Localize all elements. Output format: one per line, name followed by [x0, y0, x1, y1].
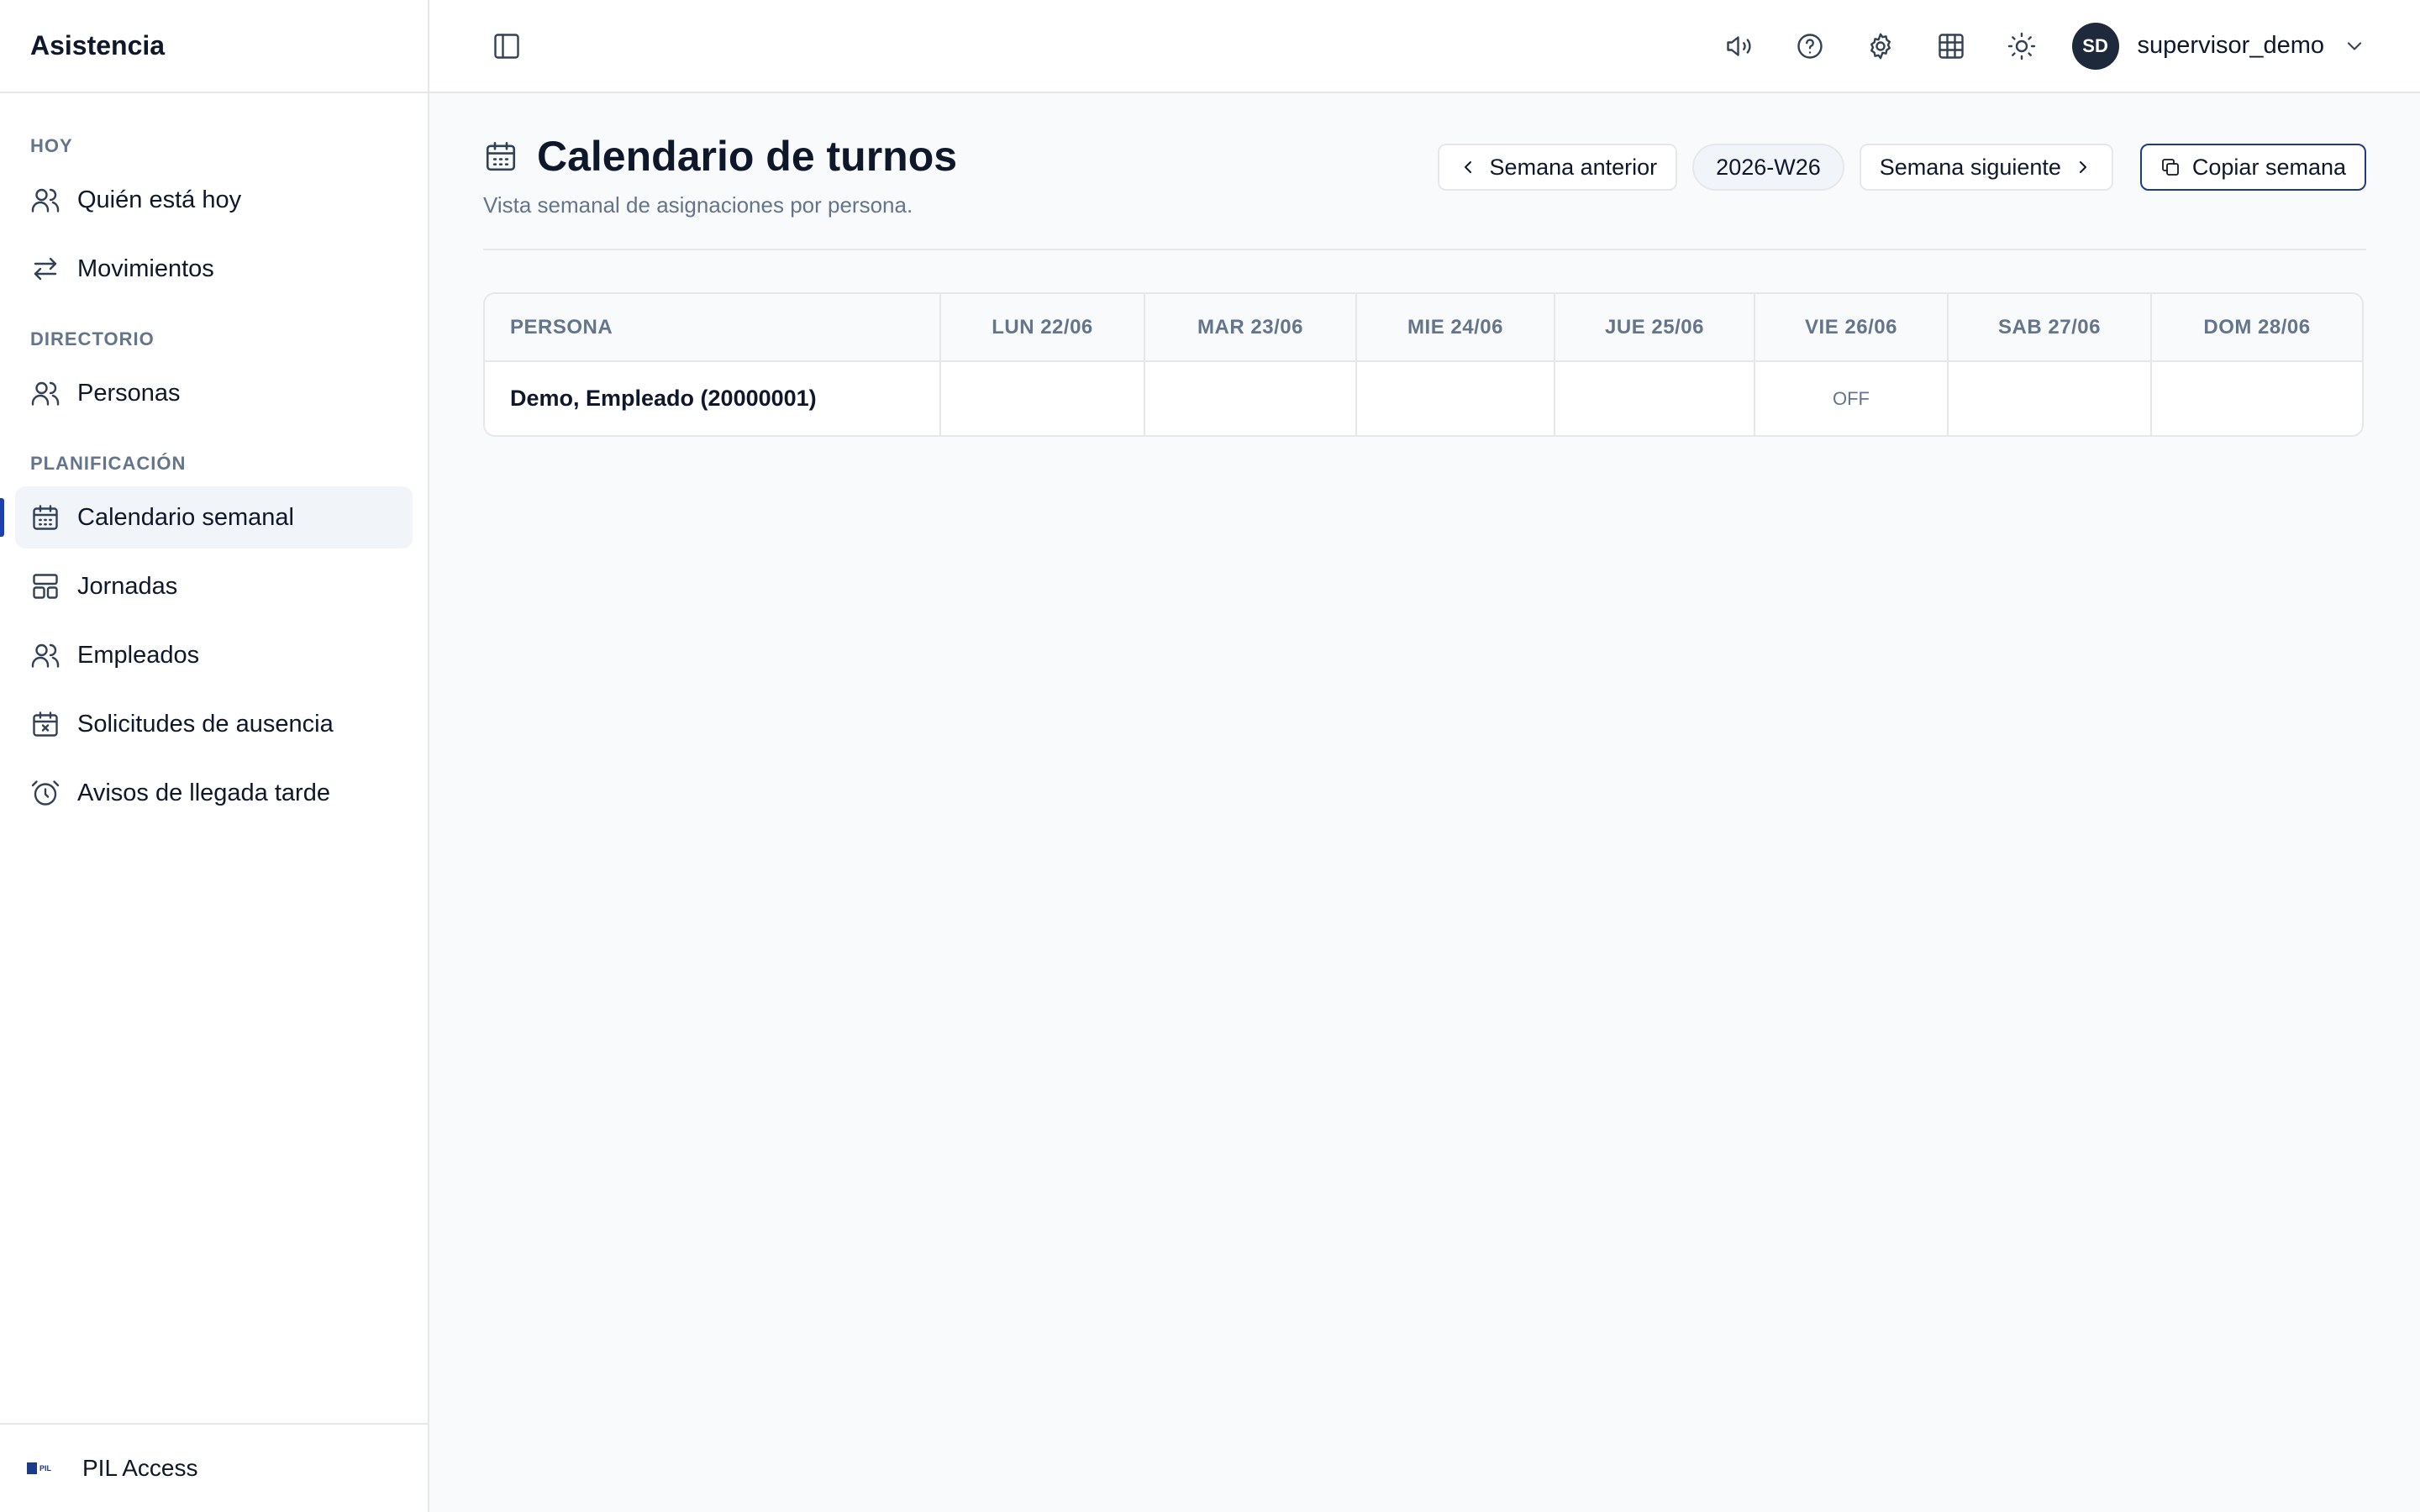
shift-cell[interactable]: [2151, 361, 2362, 435]
announcements-button[interactable]: [1716, 23, 1763, 70]
shift-cell[interactable]: [1948, 361, 2152, 435]
week-badge: 2026-W26: [1692, 144, 1844, 191]
sidebar-item-label: Empleados: [77, 641, 200, 669]
prev-week-label: Semana anterior: [1489, 154, 1658, 180]
topbar-actions: SD supervisor_demo: [1716, 22, 2366, 70]
column-header-mie: MIE 24/06: [1356, 294, 1555, 362]
title-block: Calendario de turnos Vista semanal de as…: [483, 132, 957, 218]
shift-cell[interactable]: [940, 361, 1145, 435]
avatar: SD: [2071, 22, 2119, 70]
sidebar-item-label: Movimientos: [77, 255, 214, 282]
users-icon: [31, 188, 60, 213]
chevron-left-icon: [1464, 161, 1471, 173]
sidebar-item-label: Personas: [77, 379, 181, 407]
sidebar-panel-icon: [494, 33, 519, 59]
shift-cell[interactable]: [1144, 361, 1357, 435]
topbar: SD supervisor_demo: [429, 0, 2420, 93]
sidebar-footer[interactable]: PIL PIL Access: [0, 1423, 428, 1512]
page-subtitle: Vista semanal de asignaciones por person…: [483, 192, 913, 218]
footer-label: PIL Access: [82, 1455, 198, 1481]
speaker-icon: [1726, 35, 1751, 56]
section-label: HOY: [30, 135, 73, 156]
gear-icon: [1870, 33, 1891, 59]
column-header-lun: LUN 22/06: [940, 294, 1145, 362]
main: SD supervisor_demo Calendario de turnos …: [429, 0, 2420, 1512]
sidebar-item-label: Avisos de llegada tarde: [77, 779, 330, 806]
pil-logo: PIL: [27, 1460, 57, 1477]
sidebar-item-avisos-de-llegada-tarde[interactable]: Avisos de llegada tarde: [15, 762, 413, 824]
app-title: Asistencia: [0, 0, 428, 93]
sidebar-item-personas[interactable]: Personas: [15, 362, 413, 424]
user-menu[interactable]: SD supervisor_demo: [2071, 22, 2366, 70]
table-row: Demo, Empleado (20000001) OFF: [485, 361, 2362, 435]
calendar-x-icon: [33, 711, 58, 737]
next-week-label: Semana siguiente: [1879, 154, 2061, 180]
grid-icon: [1938, 33, 1964, 59]
sidebar-item-empleados[interactable]: Empleados: [15, 624, 413, 686]
sidebar-item-quien-esta-hoy[interactable]: Quién está hoy: [15, 169, 413, 231]
username: supervisor_demo: [2137, 32, 2324, 59]
page-header: Calendario de turnos Vista semanal de as…: [483, 132, 2366, 250]
column-header-mar: MAR 23/06: [1144, 294, 1357, 362]
column-header-persona: PERSONA: [485, 294, 941, 362]
sidebar-item-movimientos[interactable]: Movimientos: [15, 238, 413, 300]
users-icon: [31, 643, 60, 668]
copy-week-button[interactable]: Copiar semana: [2139, 144, 2366, 191]
page-title: Calendario de turnos: [537, 133, 958, 180]
sidebar-item-label: Calendario semanal: [77, 503, 294, 531]
sidebar-nav: HOY Quién está hoy Movimientos DIRECTORI…: [0, 93, 428, 1423]
column-header-vie: VIE 26/06: [1754, 294, 1949, 362]
shift-cell[interactable]: [1356, 361, 1555, 435]
toggle-sidebar-button[interactable]: [483, 23, 530, 70]
users-icon: [31, 381, 60, 406]
table-header-row: PERSONA LUN 22/06 MAR 23/06 MIE 24/06 JU…: [485, 294, 2362, 362]
column-header-jue: JUE 25/06: [1555, 294, 1755, 362]
sidebar-item-label: Solicitudes de ausencia: [77, 710, 334, 738]
arrows-left-right-icon: [34, 257, 57, 281]
section-hoy: HOY Quién está hoy Movimientos: [0, 135, 428, 300]
theme-toggle-button[interactable]: [1998, 23, 2045, 70]
sidebar-item-solicitudes-de-ausencia[interactable]: Solicitudes de ausencia: [15, 693, 413, 755]
shift-cell[interactable]: OFF: [1754, 361, 1949, 435]
week-controls: Semana anterior 2026-W26 Semana siguient…: [1437, 144, 2366, 191]
chevron-down-icon: [2347, 41, 2362, 50]
content: Calendario de turnos Vista semanal de as…: [429, 93, 2420, 437]
sidebar-item-label: Jornadas: [77, 572, 178, 600]
column-header-sab: SAB 27/06: [1948, 294, 2152, 362]
section-label: DIRECTORIO: [30, 328, 155, 349]
chevron-right-icon: [2079, 161, 2086, 173]
section-label: PLANIFICACIÓN: [30, 453, 187, 474]
calendar-icon: [33, 505, 58, 530]
persona-cell[interactable]: Demo, Empleado (20000001): [485, 361, 941, 435]
sidebar-item-label: Quién está hoy: [77, 186, 242, 213]
sidebar-item-jornadas[interactable]: Jornadas: [15, 555, 413, 617]
copy-icon: [2162, 159, 2179, 176]
help-button[interactable]: [1786, 23, 1833, 70]
title-row: Calendario de turnos: [483, 132, 957, 181]
column-header-dom: DOM 28/06: [2151, 294, 2362, 362]
help-circle-icon: [1797, 33, 1823, 59]
sidebar-item-calendario-semanal[interactable]: Calendario semanal: [0, 486, 413, 549]
section-planificacion: PLANIFICACIÓN Calendario semanal Jornada…: [0, 453, 428, 824]
settings-button[interactable]: [1857, 23, 1904, 70]
grid-button[interactable]: [1928, 23, 1975, 70]
calendar-icon: [486, 141, 516, 171]
sun-icon: [2007, 32, 2035, 60]
schedule-table: PERSONA LUN 22/06 MAR 23/06 MIE 24/06 JU…: [483, 292, 2364, 437]
section-directorio: DIRECTORIO Personas: [0, 328, 428, 424]
layout-icon: [33, 574, 58, 599]
sidebar: Asistencia HOY Quién está hoy Movimiento…: [0, 0, 429, 1512]
next-week-button[interactable]: Semana siguiente: [1859, 144, 2113, 191]
alarm-clock-icon: [31, 780, 60, 806]
copy-week-label: Copiar semana: [2191, 154, 2346, 180]
prev-week-button[interactable]: Semana anterior: [1437, 144, 1678, 191]
shift-cell[interactable]: [1555, 361, 1755, 435]
